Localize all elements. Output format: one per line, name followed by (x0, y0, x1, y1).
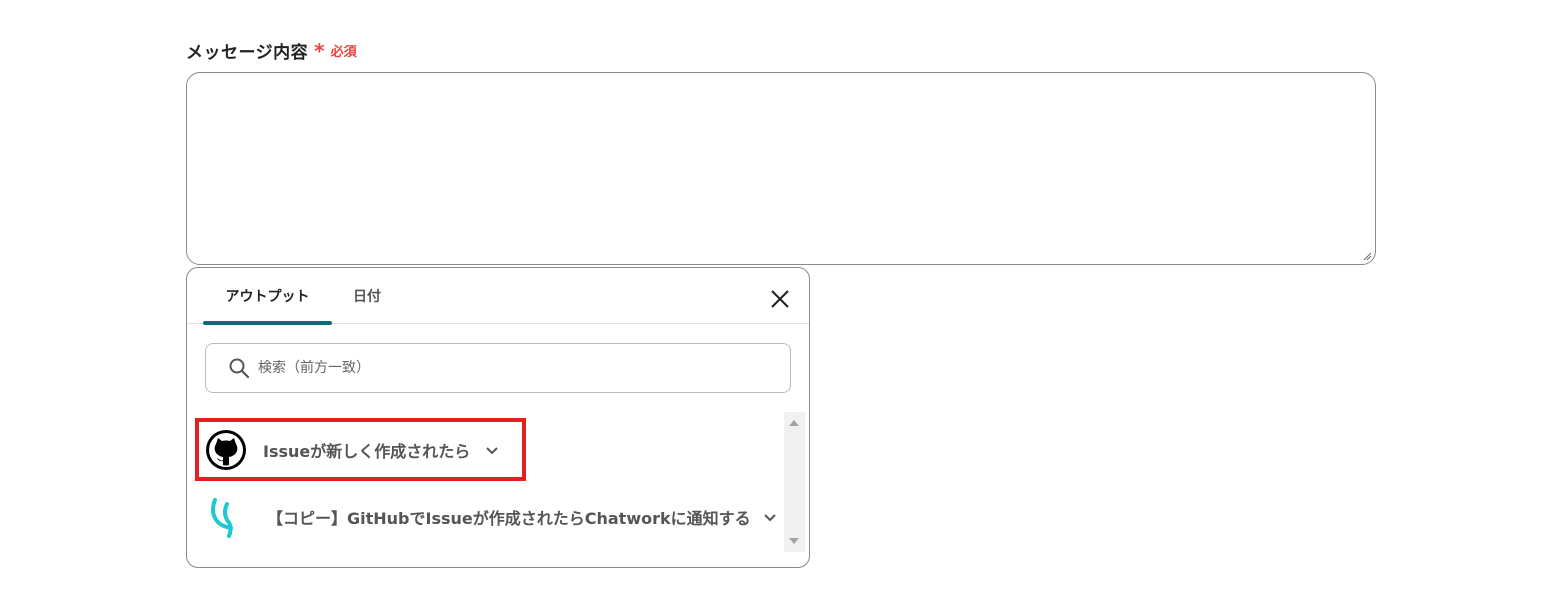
list-item-title: 【コピー】GitHubでIssueが作成されたらChatworkに通知する (267, 509, 751, 528)
active-tab-indicator (203, 321, 332, 325)
required-text: 必須 (330, 45, 357, 60)
variable-picker-popover: アウトプット 日付 Issueが新しく作成されたら (186, 267, 810, 568)
search-icon (229, 358, 250, 379)
output-list: Issueが新しく作成されたら 【コピー】GitHubでIssueが作成されたら… (187, 412, 783, 554)
search-box[interactable] (205, 343, 791, 393)
tab-output-label: アウトプット (225, 288, 310, 305)
scrollbar[interactable] (784, 412, 805, 552)
chevron-down-icon[interactable] (763, 510, 777, 524)
tab-date[interactable]: 日付 (339, 268, 395, 323)
message-textarea[interactable] (186, 72, 1376, 265)
list-item-flow-copy[interactable]: 【コピー】GitHubでIssueが作成されたらChatworkに通知する (187, 487, 783, 547)
scroll-up-icon[interactable] (789, 420, 799, 426)
field-label-text: メッセージ内容 (186, 43, 309, 63)
close-icon[interactable] (769, 288, 791, 310)
github-icon (206, 430, 246, 470)
chevron-down-icon[interactable] (484, 442, 500, 458)
required-asterisk: * (314, 38, 325, 63)
tab-bar: アウトプット 日付 (187, 268, 809, 325)
tab-output[interactable]: アウトプット (203, 268, 332, 325)
scroll-down-icon[interactable] (789, 538, 799, 544)
list-item-title: Issueが新しく作成されたら (263, 442, 471, 461)
search-input[interactable] (256, 359, 740, 377)
tab-date-label: 日付 (353, 288, 381, 305)
message-field-label: メッセージ内容 * 必須 (186, 38, 357, 64)
yoom-icon (211, 498, 233, 538)
list-item-github-trigger[interactable]: Issueが新しく作成されたら (187, 422, 783, 478)
resize-handle-icon[interactable] (1362, 251, 1372, 261)
